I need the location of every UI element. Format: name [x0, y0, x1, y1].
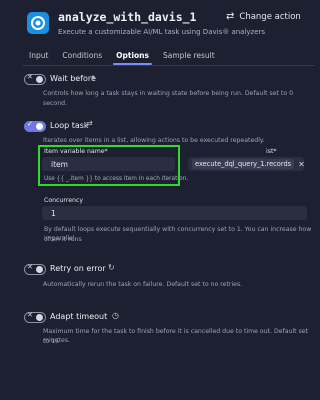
toggle-off-icon: ✕ — [27, 311, 33, 319]
list-label: ist* — [266, 148, 277, 155]
toggle-off-icon: ✕ — [27, 73, 33, 81]
concurrency-input[interactable]: 1 — [42, 206, 307, 220]
toggle-on-check-icon: ✓ — [27, 120, 33, 128]
tab-sample-result[interactable]: Sample result — [156, 49, 222, 65]
tab-conditions[interactable]: Conditions — [55, 49, 109, 65]
item-variable-highlight — [38, 145, 180, 186]
clock-icon: ◷ — [112, 311, 119, 320]
davis-logo-icon — [31, 16, 45, 30]
tab-input[interactable]: Input — [22, 49, 55, 65]
list-value-chip: execute_dql_query_1.records — [192, 159, 295, 169]
toggle-knob — [36, 314, 43, 321]
wait-before-description: Controls how long a task stays in waitin… — [43, 90, 294, 107]
concurrency-label: Concurrency — [44, 197, 83, 204]
loop-task-toggle[interactable]: ✓ — [24, 120, 46, 132]
adapt-timeout-toggle[interactable]: ✕ — [24, 311, 46, 323]
change-action-button[interactable]: ⇄ Change action — [226, 11, 301, 22]
swap-icon: ⇄ — [226, 11, 235, 22]
concurrency-help-line-2: in parallel. — [44, 235, 77, 242]
toggle-knob — [36, 266, 43, 273]
davis-app-icon — [27, 12, 49, 34]
loop-task-label: Loop task — [50, 121, 89, 130]
tab-divider — [22, 65, 315, 66]
concurrency-help-line-1: By default loops execute sequentially wi… — [44, 226, 312, 243]
toggle-knob — [36, 76, 43, 83]
adapt-timeout-label: Adapt timeout — [50, 312, 108, 321]
adapt-timeout-description-line-2: minutes. — [43, 337, 71, 344]
concurrency-value: 1 — [51, 208, 56, 218]
retry-on-error-description: Automatically rerun the task on failure.… — [43, 281, 243, 288]
wait-before-label: Wait before — [50, 74, 96, 83]
toggle-off-icon: ✕ — [27, 263, 33, 271]
wait-before-toggle[interactable]: ✕ — [24, 73, 46, 85]
tab-bar: Input Conditions Options Sample result — [22, 49, 222, 65]
task-options-panel: analyze_with_davis_1 Execute a customiza… — [0, 0, 315, 400]
retry-on-error-label: Retry on error — [50, 264, 106, 273]
adapt-timeout-description-line-1: Maximum time for the task to finish befo… — [43, 328, 309, 345]
loop-icon: ⇄ — [86, 119, 93, 128]
retry-on-error-toggle[interactable]: ✕ — [24, 263, 46, 275]
tab-options[interactable]: Options — [109, 49, 156, 65]
task-subtitle: Execute a customizable AI/ML task using … — [58, 28, 266, 36]
toggle-knob — [36, 123, 43, 130]
pause-icon: ⏸ — [91, 73, 95, 82]
remove-chip-icon[interactable]: ✕ — [298, 160, 305, 169]
retry-icon: ↻ — [108, 263, 115, 272]
task-title: analyze_with_davis_1 — [58, 10, 197, 24]
change-action-label: Change action — [239, 11, 301, 22]
list-input[interactable]: execute_dql_query_1.records ✕ — [188, 157, 305, 171]
